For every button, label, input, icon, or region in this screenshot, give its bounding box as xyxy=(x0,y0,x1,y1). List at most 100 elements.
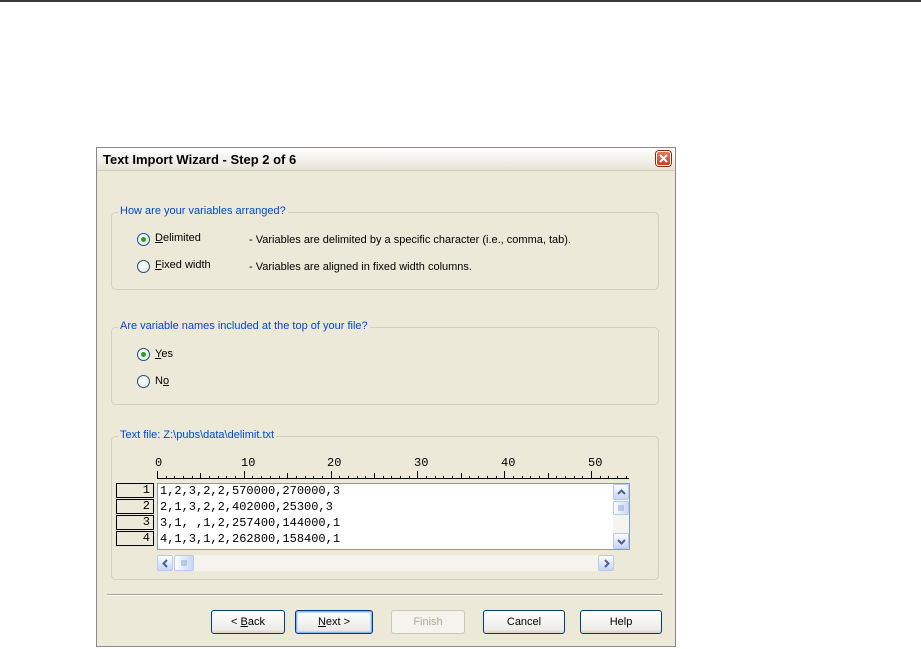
ruler-label-10: 10 xyxy=(241,456,256,470)
ruler-tick xyxy=(443,476,444,478)
ruler-tick xyxy=(435,476,436,478)
ruler-tick xyxy=(174,476,175,478)
line-number: 4 xyxy=(116,531,154,546)
scroll-up-button[interactable] xyxy=(613,484,629,500)
names-included-group: Are variable names included at the top o… xyxy=(111,320,659,405)
preview-line: 2,1,3,2,2,402000,25300,3 xyxy=(160,500,333,514)
scroll-right-button[interactable] xyxy=(598,555,614,571)
ruler-tick xyxy=(582,476,583,478)
vertical-scroll-thumb[interactable] xyxy=(613,501,629,515)
no-radio[interactable] xyxy=(137,375,150,388)
ruler-label-50: 50 xyxy=(588,456,603,470)
ruler-tick xyxy=(539,476,540,478)
file-preview-area[interactable]: 1,2,3,2,2,570000,270000,3 2,1,3,2,2,4020… xyxy=(157,483,630,550)
fixed-width-radio[interactable] xyxy=(137,260,150,273)
ruler-tick xyxy=(305,476,306,478)
ruler-tick xyxy=(600,476,601,478)
ruler-label-40: 40 xyxy=(501,456,516,470)
ruler-tick xyxy=(478,476,479,478)
delimited-description: - Variables are delimited by a specific … xyxy=(249,234,571,246)
ruler-tick xyxy=(417,471,418,478)
next-mnemonic: N xyxy=(317,616,326,628)
ruler-label-20: 20 xyxy=(327,456,342,470)
ruler-tick xyxy=(383,476,384,478)
ruler-tick xyxy=(487,476,488,478)
line-number: 1 xyxy=(116,483,154,498)
line-number: 3 xyxy=(116,515,154,530)
ruler-label-30: 30 xyxy=(414,456,429,470)
grip-icon xyxy=(614,505,628,517)
close-button[interactable] xyxy=(656,151,671,166)
back-button[interactable]: < Back xyxy=(211,610,285,634)
ruler-tick xyxy=(513,476,514,478)
ruler-tick xyxy=(244,471,245,478)
line-number: 2 xyxy=(116,499,154,514)
title-bar[interactable]: Text Import Wizard - Step 2 of 6 xyxy=(97,148,675,171)
yes-label-rest: es xyxy=(161,348,173,360)
next-button[interactable]: Next > xyxy=(295,610,373,634)
delimited-label-rest: elimited xyxy=(162,232,201,244)
ruler-tick xyxy=(192,476,193,478)
ruler-tick xyxy=(556,476,557,478)
fixed-width-label[interactable]: Fixed width xyxy=(155,259,211,271)
ruler-tick xyxy=(522,476,523,478)
finish-button[interactable]: Finish xyxy=(391,610,465,634)
help-button[interactable]: Help xyxy=(580,610,662,634)
ruler-tick xyxy=(166,476,167,478)
ruler-tick xyxy=(409,476,410,478)
yes-radio[interactable] xyxy=(137,348,150,361)
ruler-tick xyxy=(200,473,201,478)
ruler-label-0: 0 xyxy=(155,456,163,470)
ruler-tick xyxy=(226,476,227,478)
ruler-tick xyxy=(252,476,253,478)
fixed-width-description: - Variables are aligned in fixed width c… xyxy=(249,261,472,273)
delimited-mnemonic: D xyxy=(155,232,163,244)
preview-line: 1,2,3,2,2,570000,270000,3 xyxy=(160,484,341,498)
back-rest: ack xyxy=(247,616,265,628)
scroll-left-button[interactable] xyxy=(157,555,173,571)
ruler-tick xyxy=(218,476,219,478)
ruler-tick xyxy=(261,476,262,478)
ruler-tick xyxy=(574,476,575,478)
next-rest: ext > xyxy=(325,616,351,628)
fixed-width-mnemonic: F xyxy=(155,259,162,271)
ruler-tick xyxy=(400,476,401,478)
ruler-tick xyxy=(626,476,627,478)
back-prefix: < xyxy=(231,616,241,628)
dialog-title: Text Import Wizard - Step 2 of 6 xyxy=(103,152,297,167)
ruler-tick xyxy=(331,471,332,478)
scroll-down-button[interactable] xyxy=(613,533,629,549)
ruler-tick xyxy=(548,473,549,478)
ruler-tick xyxy=(591,471,592,478)
ruler-tick xyxy=(504,471,505,478)
back-mnemonic: B xyxy=(240,616,248,628)
ruler-tick xyxy=(322,476,323,478)
ruler-tick xyxy=(426,476,427,478)
vertical-scrollbar[interactable] xyxy=(613,484,629,549)
ruler-tick xyxy=(617,476,618,478)
delimited-radio[interactable] xyxy=(137,233,150,246)
arrangement-group-label: How are your variables arranged? xyxy=(118,205,288,217)
column-ruler: 0 10 20 30 40 50 xyxy=(155,456,629,480)
no-label-prefix: N xyxy=(155,375,163,387)
fixed-width-label-rest: ixed width xyxy=(161,259,211,271)
horizontal-scrollbar[interactable] xyxy=(157,555,614,571)
ruler-tick xyxy=(157,471,158,478)
ruler-tick xyxy=(270,476,271,478)
ruler-tick xyxy=(183,476,184,478)
ruler-tick xyxy=(235,476,236,478)
delimited-label[interactable]: Delimited xyxy=(155,232,201,244)
ruler-tick xyxy=(365,476,366,478)
cancel-button[interactable]: Cancel xyxy=(483,610,565,634)
ruler-tick xyxy=(461,473,462,478)
ruler-tick xyxy=(287,473,288,478)
yes-label[interactable]: Yes xyxy=(155,348,173,360)
preview-group-label: Text file: Z:\pubs\data\delimit.txt xyxy=(118,429,277,441)
ruler-tick xyxy=(296,476,297,478)
ruler-tick xyxy=(530,476,531,478)
preview-line: 4,1,3,1,2,262800,158400,1 xyxy=(160,532,341,546)
ruler-tick xyxy=(313,476,314,478)
no-label[interactable]: No xyxy=(155,375,169,387)
horizontal-scroll-thumb[interactable] xyxy=(174,555,194,571)
names-included-group-label: Are variable names included at the top o… xyxy=(118,320,370,332)
